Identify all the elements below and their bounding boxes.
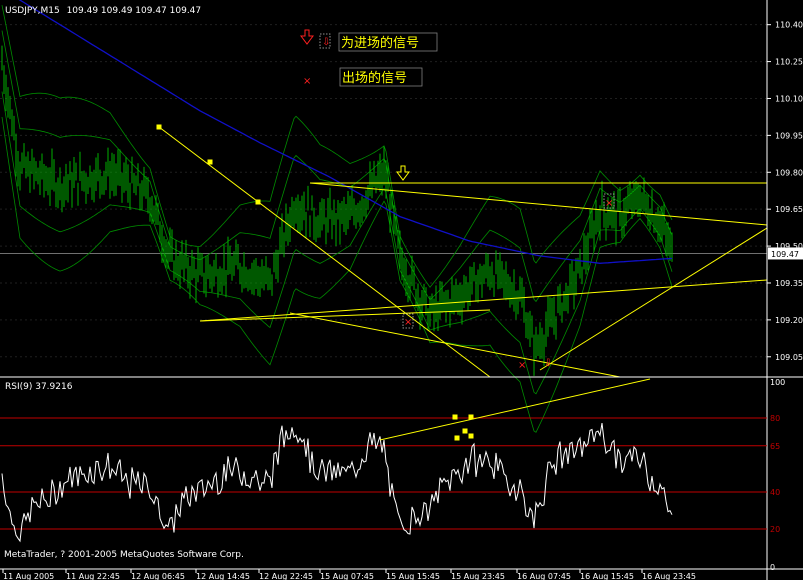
exit-signal-icon: × xyxy=(303,76,311,87)
trend-anchor xyxy=(207,159,213,165)
trend-anchor xyxy=(156,124,162,130)
price-tick-label: 110.10 xyxy=(775,94,803,103)
rsi-level-label: 80 xyxy=(770,414,780,423)
entry-signal-box-glyph: ⇩ xyxy=(322,37,330,48)
metatrader-chart-window: × × × ⇩ 110.40 110.25 110.10 109.95 109.80 109.6… xyxy=(0,0,803,580)
rsi-level-label: 20 xyxy=(770,525,780,534)
legend-entry-label: 为进场的信号 xyxy=(341,35,419,51)
price-tick-label: 110.25 xyxy=(775,58,803,67)
rsi-level-label: 40 xyxy=(770,488,780,497)
time-tick-label: 15 Aug 07:45 xyxy=(320,572,374,580)
time-tick-label: 11 Aug 2005 xyxy=(3,572,54,580)
price-tick-label: 109.95 xyxy=(775,131,803,140)
legend-exit-label: 出场的信号 xyxy=(342,70,407,86)
symbol-label: USDJPY,M15 109.49 109.49 109.47 109.47 xyxy=(5,6,201,16)
rsi-scale-label: 0 xyxy=(770,563,775,572)
time-tick-label: 15 Aug 15:45 xyxy=(386,572,440,580)
time-tick-label: 12 Aug 06:45 xyxy=(131,572,185,580)
price-tick-label: 109.35 xyxy=(775,279,803,288)
rsi-trend-anchor xyxy=(468,414,474,420)
exit-signal-icon: × xyxy=(605,198,613,209)
copyright-text: MetaTrader, ? 2001-2005 MetaQuotes Softw… xyxy=(4,550,244,560)
time-tick-label: 15 Aug 23:45 xyxy=(451,572,505,580)
rsi-level-label: 65 xyxy=(770,442,780,451)
time-tick-label: 16 Aug 07:45 xyxy=(517,572,571,580)
entry-signal-icon: ⇩ xyxy=(544,358,552,369)
time-tick-label: 12 Aug 22:45 xyxy=(259,572,313,580)
time-tick-label: 16 Aug 15:45 xyxy=(580,572,634,580)
trend-anchor xyxy=(255,199,261,205)
time-tick-label: 12 Aug 14:45 xyxy=(196,572,250,580)
price-tick-label: 109.20 xyxy=(775,316,803,325)
price-tick-label: 109.05 xyxy=(775,353,803,362)
rsi-scale-label: 100 xyxy=(770,378,785,387)
ohlc-readout: 109.49 109.49 109.47 109.47 xyxy=(67,6,202,16)
rsi-trend-anchor xyxy=(454,435,460,441)
rsi-trend-anchor xyxy=(462,428,468,434)
exit-signal-icon: × xyxy=(404,317,412,328)
time-tick-label: 11 Aug 22:45 xyxy=(66,572,120,580)
rsi-trend-anchor xyxy=(452,414,458,420)
rsi-label: RSI(9) 37.9216 xyxy=(5,382,73,392)
current-price-label: 109.47 xyxy=(771,250,799,259)
price-tick-label: 109.65 xyxy=(775,205,803,214)
time-tick-label: 16 Aug 23:45 xyxy=(642,572,696,580)
exit-signal-icon: × xyxy=(518,360,526,371)
rsi-trend-anchor xyxy=(468,433,474,439)
price-tick-label: 109.80 xyxy=(775,168,803,177)
price-tick-label: 110.40 xyxy=(775,21,803,30)
